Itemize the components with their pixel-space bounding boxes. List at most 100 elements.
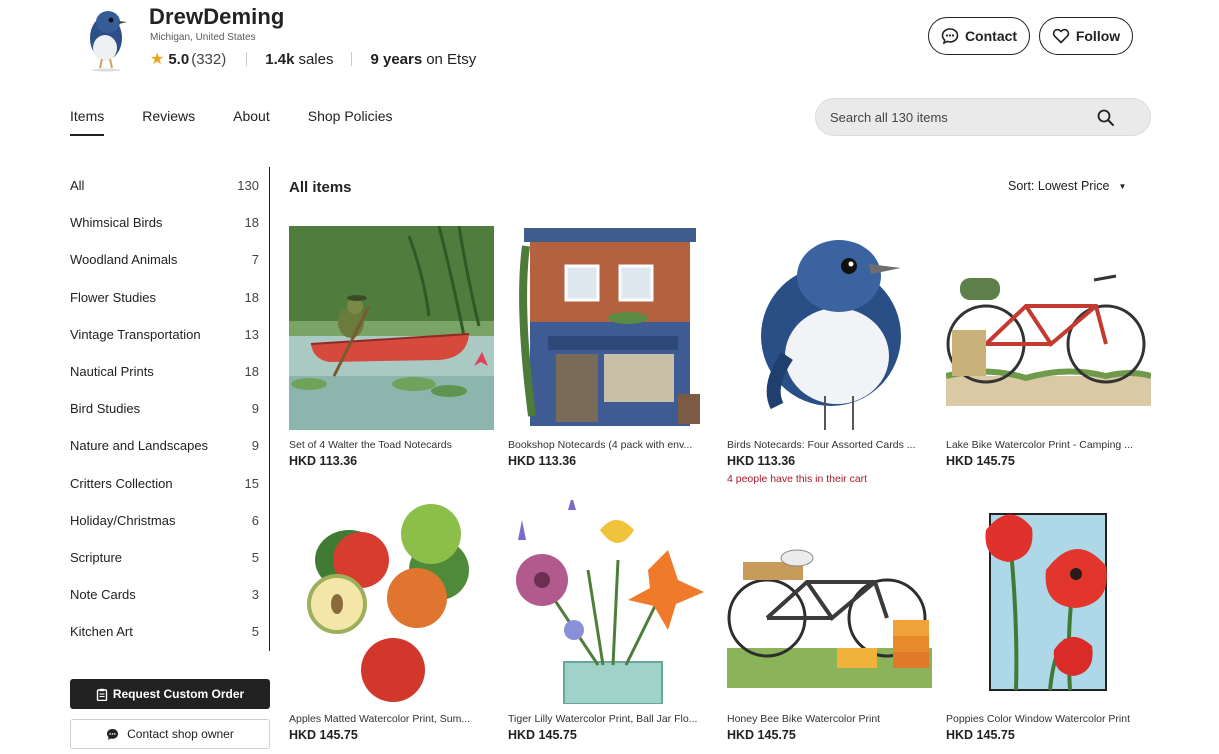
listing-price: HKD 145.75 [946, 728, 1015, 742]
category-count: 15 [244, 475, 259, 491]
listing-title[interactable]: Apples Matted Watercolor Print, Sum... [289, 713, 494, 725]
category-count: 9 [251, 438, 259, 454]
divider [246, 52, 248, 66]
search-input[interactable] [830, 109, 1100, 125]
heart-icon [1052, 28, 1070, 44]
category-count: 5 [251, 549, 259, 565]
listing-card[interactable]: Set of 4 Walter the Toad Notecards HKD 1… [289, 226, 494, 468]
sidebar-item-woodland-animals[interactable]: Woodland Animals 7 [70, 241, 270, 278]
listing-title[interactable]: Tiger Lilly Watercolor Print, Ball Jar F… [508, 713, 713, 725]
category-count: 18 [244, 364, 259, 380]
sidebar-item-nautical-prints[interactable]: Nautical Prints 18 [70, 353, 270, 390]
listing-image-flowers-jar[interactable] [508, 500, 713, 704]
listing-price: HKD 145.75 [727, 728, 796, 742]
category-count: 18 [244, 215, 259, 231]
listing-price: HKD 113.36 [508, 454, 577, 468]
shop-stats: ★ 5.0 (332) 1.4k sales 9 years on Etsy [150, 49, 476, 69]
category-count: 3 [251, 587, 259, 603]
listing-card[interactable]: Lake Bike Watercolor Print - Camping ...… [946, 226, 1151, 468]
listing-image-apples[interactable] [289, 500, 494, 704]
contact-shop-owner-label: Contact shop owner [127, 727, 234, 741]
contact-label: Contact [964, 28, 1018, 44]
category-label: Critters Collection [70, 475, 173, 491]
sales-label: sales [298, 50, 334, 68]
listing-title[interactable]: Poppies Color Window Watercolor Print [946, 713, 1151, 725]
listing-price: HKD 113.36 [727, 454, 796, 468]
listing-image-red-bike[interactable] [946, 226, 1151, 430]
sidebar-item-note-cards[interactable]: Note Cards 3 [70, 576, 270, 613]
follow-button[interactable]: Follow [1039, 17, 1133, 55]
category-label: Woodland Animals [70, 252, 178, 268]
listing-image-toad-canoe[interactable] [289, 226, 494, 430]
category-count: 7 [251, 252, 259, 268]
sidebar-item-flower-studies[interactable]: Flower Studies 18 [70, 279, 270, 316]
category-count: 5 [251, 624, 259, 640]
divider [351, 52, 353, 66]
category-label: Nautical Prints [70, 364, 154, 380]
listing-title[interactable]: Set of 4 Walter the Toad Notecards [289, 439, 494, 451]
review-count[interactable]: (332) [191, 51, 226, 68]
sidebar-item-critters-collection[interactable]: Critters Collection 15 [70, 465, 270, 502]
shop-name: DrewDeming [149, 4, 285, 29]
listing-title[interactable]: Bookshop Notecards (4 pack with env... [508, 439, 713, 451]
request-custom-order-button[interactable]: Request Custom Order [70, 679, 270, 709]
follow-label: Follow [1075, 28, 1121, 44]
sidebar-item-nature-and-landscapes[interactable]: Nature and Landscapes 9 [70, 427, 270, 464]
years-value: 9 years [370, 50, 423, 68]
clipboard-icon [96, 688, 108, 701]
listing-card[interactable]: Bookshop Notecards (4 pack with env... H… [508, 226, 713, 468]
category-label: Holiday/Christmas [70, 512, 176, 528]
sort-label: Sort: Lowest Price [1008, 179, 1110, 193]
category-count: 18 [244, 289, 259, 305]
listing-card[interactable]: Honey Bee Bike Watercolor Print HKD 145.… [727, 500, 932, 742]
listing-price: HKD 145.75 [946, 454, 1015, 468]
sidebar-item-whimsical-birds[interactable]: Whimsical Birds 18 [70, 204, 270, 241]
listing-price: HKD 113.36 [289, 454, 358, 468]
sidebar-item-bird-studies[interactable]: Bird Studies 9 [70, 390, 270, 427]
listing-card[interactable]: Birds Notecards: Four Assorted Cards ...… [727, 226, 932, 485]
search-icon[interactable] [1096, 108, 1116, 128]
tab-items[interactable]: Items [70, 108, 105, 136]
listing-image-bookshop[interactable] [508, 226, 713, 430]
listing-image-blue-bird[interactable] [727, 226, 932, 430]
chat-bubble-icon [941, 28, 959, 45]
sidebar-item-kitchen-art[interactable]: Kitchen Art 5 [70, 613, 270, 650]
request-custom-order-label: Request Custom Order [112, 687, 245, 701]
sidebar-item-vintage-transportation[interactable]: Vintage Transportation 13 [70, 316, 270, 353]
sidebar-item-holiday-christmas[interactable]: Holiday/Christmas 6 [70, 502, 270, 539]
tab-reviews[interactable]: Reviews [142, 108, 195, 136]
sidebar-item-all[interactable]: All 130 [70, 167, 270, 204]
category-label: All [70, 178, 85, 194]
listing-price: HKD 145.75 [289, 728, 358, 742]
sales-value: 1.4k [265, 50, 295, 68]
category-label: Scripture [70, 549, 123, 565]
category-label: Kitchen Art [70, 624, 133, 640]
listing-title[interactable]: Lake Bike Watercolor Print - Camping ... [946, 439, 1151, 451]
listing-title[interactable]: Birds Notecards: Four Assorted Cards ... [727, 439, 932, 451]
tab-about[interactable]: About [233, 108, 270, 136]
caret-down-icon: ▼ [1118, 181, 1127, 191]
listing-image-bee-bike[interactable] [727, 500, 932, 704]
category-count: 9 [251, 401, 259, 417]
chat-bubble-icon [107, 728, 119, 740]
category-label: Nature and Landscapes [70, 438, 209, 454]
category-count: 130 [237, 178, 259, 194]
sort-dropdown[interactable]: Sort: Lowest Price ▼ [1008, 179, 1126, 193]
sidebar-divider [269, 167, 270, 651]
listing-title[interactable]: Honey Bee Bike Watercolor Print [727, 713, 932, 725]
tab-shop-policies[interactable]: Shop Policies [308, 108, 393, 136]
category-label: Flower Studies [70, 289, 156, 305]
category-label: Whimsical Birds [70, 215, 163, 231]
sidebar-item-scripture[interactable]: Scripture 5 [70, 539, 270, 576]
contact-button[interactable]: Contact [928, 17, 1030, 55]
listing-card[interactable]: Poppies Color Window Watercolor Print HK… [946, 500, 1151, 742]
listing-price: HKD 145.75 [508, 728, 577, 742]
category-sidebar: All 130 Whimsical Birds 18 Woodland Animal… [70, 167, 270, 650]
shop-avatar-bird-icon[interactable] [78, 2, 134, 72]
cart-notice: 4 people have this in their cart [727, 473, 868, 485]
listing-card[interactable]: Tiger Lilly Watercolor Print, Ball Jar F… [508, 500, 713, 742]
category-label: Bird Studies [70, 401, 141, 417]
listing-card[interactable]: Apples Matted Watercolor Print, Sum... H… [289, 500, 494, 742]
listing-image-poppies[interactable] [946, 500, 1151, 704]
contact-shop-owner-button[interactable]: Contact shop owner [70, 719, 270, 749]
